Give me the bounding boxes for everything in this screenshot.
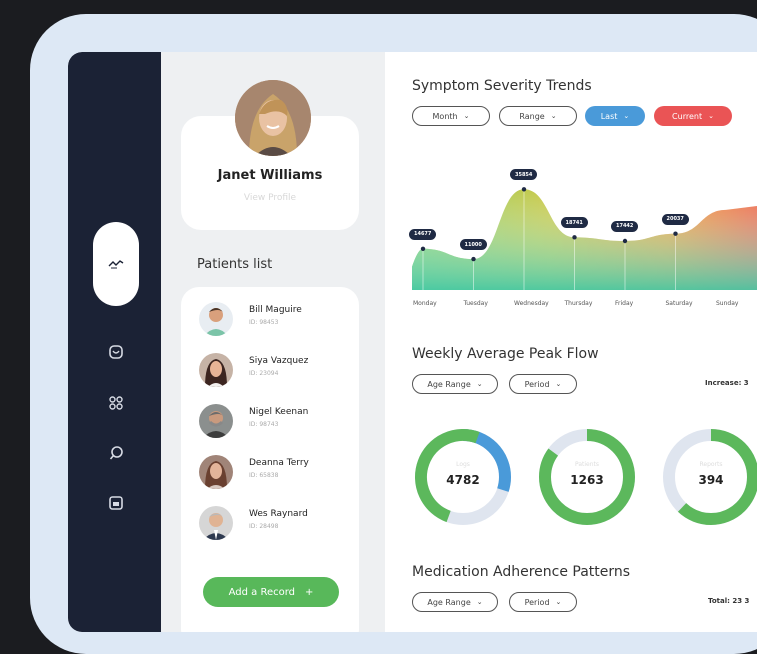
patient-avatar xyxy=(199,506,233,540)
period-filter[interactable]: Period ⌄ xyxy=(509,592,577,612)
age-range-label: Age Range xyxy=(427,379,471,389)
patient-list-item[interactable]: Bill Maguire ID: 98453 xyxy=(199,302,349,342)
patient-avatar xyxy=(199,302,233,336)
age-range-filter[interactable]: Age Range ⌄ xyxy=(412,374,498,394)
nav-item-calendar[interactable] xyxy=(106,493,126,513)
data-label: 18741 xyxy=(560,217,588,229)
chevron-down-icon: ⌄ xyxy=(555,598,562,606)
patient-item-name: Wes Raynard xyxy=(249,509,308,519)
plus-icon: + xyxy=(305,586,314,598)
data-label: 17442 xyxy=(611,220,639,232)
x-tick-label: Friday xyxy=(615,300,634,307)
patient-avatar xyxy=(199,455,233,489)
increase-note: Increase: 3 xyxy=(705,379,749,387)
data-label: 11000 xyxy=(459,239,487,251)
main-content: Symptom Severity Trends Month ⌄ Range ⌄ … xyxy=(385,52,757,632)
patient-item-name: Bill Maguire xyxy=(249,305,302,315)
patient-item-id: ID: 98743 xyxy=(249,421,279,428)
x-tick-label: Monday xyxy=(413,300,437,307)
patient-avatar xyxy=(199,353,233,387)
chevron-down-icon: ⌄ xyxy=(476,598,483,606)
grid-icon xyxy=(109,396,123,410)
patient-avatar xyxy=(199,404,233,438)
data-label: 14677 xyxy=(409,228,437,240)
period-label: Period xyxy=(524,597,550,607)
chart-overlay: 14677 11000 35854 18741 17442 20037 Monday Tues… xyxy=(385,52,757,312)
total-note: Total: 23 3 xyxy=(708,597,750,605)
patient-list-item[interactable]: Deanna Terry ID: 65838 xyxy=(199,455,349,495)
patient-item-id: ID: 23094 xyxy=(249,370,279,377)
patient-list-item[interactable]: Wes Raynard ID: 28498 xyxy=(199,506,349,546)
medication-title: Medication Adherence Patterns xyxy=(412,564,631,580)
calendar-icon xyxy=(109,496,123,510)
patient-panel: Janet Williams View Profile Patients lis… xyxy=(161,52,385,632)
patient-item-name: Deanna Terry xyxy=(249,458,309,468)
nav-item-heart[interactable] xyxy=(106,342,126,362)
profile-avatar[interactable] xyxy=(235,80,311,156)
x-tick-label: Sunday xyxy=(716,300,739,307)
x-tick-label: Tuesday xyxy=(463,300,488,307)
patients-list-title: Patients list xyxy=(197,257,273,272)
data-label: 35854 xyxy=(510,169,538,181)
donut-label: Logs xyxy=(456,461,470,468)
donut-value: 394 xyxy=(698,473,724,487)
app-window: Janet Williams View Profile Patients lis… xyxy=(68,52,757,632)
donut-label: Patients xyxy=(574,461,600,468)
nav-item-grid[interactable] xyxy=(106,393,126,413)
sidebar xyxy=(68,52,161,632)
period-label: Period xyxy=(524,379,550,389)
nav-item-activity[interactable] xyxy=(93,222,139,306)
age-range-label: Age Range xyxy=(427,597,471,607)
x-tick-label: Saturday xyxy=(665,300,693,307)
heart-icon xyxy=(109,345,123,359)
nav-item-chat[interactable] xyxy=(106,443,126,463)
chat-icon xyxy=(109,446,123,460)
donut-value: 4782 xyxy=(446,473,480,487)
patient-item-name: Nigel Keenan xyxy=(249,407,309,417)
patient-item-id: ID: 98453 xyxy=(249,319,279,326)
donut-value: 1263 xyxy=(570,473,604,487)
chevron-down-icon: ⌄ xyxy=(555,380,562,388)
add-record-button[interactable]: Add a Record + xyxy=(203,577,339,607)
x-tick-label: Thursday xyxy=(564,300,593,307)
x-tick-label: Wednesday xyxy=(514,300,549,307)
period-filter[interactable]: Period ⌄ xyxy=(509,374,577,394)
patient-item-name: Siya Vazquez xyxy=(249,356,309,366)
patient-name: Janet Williams xyxy=(217,168,323,183)
patient-list-item[interactable]: Siya Vazquez ID: 23094 xyxy=(199,353,349,393)
donut-label: Reports xyxy=(699,461,723,468)
patient-item-id: ID: 65838 xyxy=(249,472,279,479)
patients-list: Bill Maguire ID: 98453 Siya Vazquez ID: … xyxy=(181,287,359,632)
patient-list-item[interactable]: Nigel Keenan ID: 98743 xyxy=(199,404,349,444)
peak-flow-title: Weekly Average Peak Flow xyxy=(412,346,599,362)
add-record-label: Add a Record xyxy=(228,586,295,598)
view-profile-link[interactable]: View Profile xyxy=(181,193,359,203)
activity-icon xyxy=(108,260,124,269)
chevron-down-icon: ⌄ xyxy=(476,380,483,388)
patient-item-id: ID: 28498 xyxy=(249,523,279,530)
data-label: 20037 xyxy=(661,213,689,225)
age-range-filter[interactable]: Age Range ⌄ xyxy=(412,592,498,612)
